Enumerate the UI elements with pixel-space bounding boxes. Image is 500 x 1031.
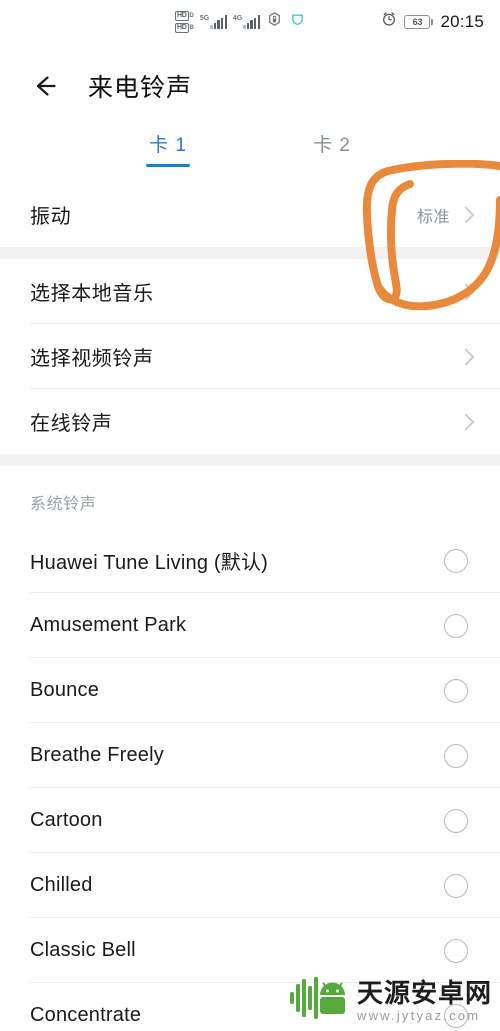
radio-button[interactable] bbox=[444, 873, 468, 898]
section-gap-2 bbox=[0, 454, 500, 466]
radio-button[interactable] bbox=[444, 678, 468, 703]
app-bar: 来电铃声 bbox=[0, 50, 500, 122]
network-type-label-2: 4G bbox=[232, 15, 243, 22]
page-title: 来电铃声 bbox=[88, 74, 193, 102]
ringtone-name: Classic Bell bbox=[30, 939, 136, 961]
list-item[interactable]: Classic Bell bbox=[0, 918, 500, 983]
hd-icon-primary: HD D bbox=[175, 11, 194, 21]
hd-sub-label: D bbox=[189, 13, 194, 19]
radio-button[interactable] bbox=[444, 743, 468, 768]
vibration-group: 振动 标准 bbox=[0, 182, 500, 247]
ringtone-name: Cartoon bbox=[30, 809, 103, 831]
chevron-right-icon bbox=[457, 413, 475, 430]
ringtone-name: Amusement Park bbox=[30, 614, 187, 636]
tab-inactive-indicator bbox=[310, 164, 354, 167]
site-watermark: 天源安卓网 www.jytyaz.com bbox=[289, 976, 492, 1025]
section-gap bbox=[0, 247, 500, 259]
tab-sim-1[interactable]: 卡 1 bbox=[142, 130, 194, 167]
ringtone-name: Breathe Freely bbox=[30, 744, 164, 766]
chevron-right-icon bbox=[457, 348, 475, 365]
battery-level-label: 63 bbox=[412, 16, 423, 27]
signal-sim2: 4G bbox=[233, 15, 260, 29]
signal-bars-icon-2 bbox=[243, 15, 260, 29]
row-local-music-label: 选择本地音乐 bbox=[30, 283, 154, 305]
hd-badge-label-2: HD bbox=[175, 23, 189, 33]
radio-button[interactable] bbox=[444, 808, 468, 833]
list-item[interactable]: Cartoon bbox=[0, 788, 500, 853]
status-bar-left-icons: HD D HD B 5G 4G bbox=[175, 11, 305, 33]
list-item[interactable]: Huawei Tune Living (默认) bbox=[0, 528, 500, 593]
network-type-label-1: 5G bbox=[199, 15, 210, 22]
hd-badge-label: HD bbox=[175, 11, 189, 21]
tab-sim-2-label: 卡 2 bbox=[313, 135, 351, 156]
chevron-right-icon bbox=[457, 283, 475, 300]
signal-sim1: 5G bbox=[200, 15, 227, 29]
hd-sub-label-2: B bbox=[189, 25, 194, 31]
battery-icon: 63 bbox=[404, 14, 434, 29]
list-item[interactable]: Bounce bbox=[0, 658, 500, 723]
tab-active-indicator bbox=[146, 164, 190, 167]
radio-button[interactable] bbox=[444, 938, 468, 963]
watermark-url: www.jytyaz.com bbox=[356, 1007, 481, 1023]
sim-tabs: 卡 1 卡 2 bbox=[0, 122, 500, 182]
ringtone-name: Huawei Tune Living (默认) bbox=[30, 552, 269, 574]
status-bar: HD D HD B 5G 4G 63 20:15 bbox=[0, 0, 500, 50]
status-bar-right-icons: 63 20:15 bbox=[381, 11, 484, 32]
radio-button[interactable] bbox=[444, 548, 468, 573]
vibration-label: 振动 bbox=[30, 206, 72, 228]
list-item[interactable]: Chilled bbox=[0, 853, 500, 918]
tab-sim-1-label: 卡 1 bbox=[149, 135, 187, 156]
watermark-title: 天源安卓网 bbox=[356, 977, 492, 1008]
vibration-value: 标准 bbox=[416, 208, 450, 226]
signal-bars-icon-1 bbox=[210, 15, 227, 29]
volte-hd-icons: HD D HD B bbox=[175, 11, 194, 33]
row-online-ringtone[interactable]: 在线铃声 bbox=[0, 389, 500, 454]
ringtone-name: Bounce bbox=[30, 679, 100, 701]
ringtone-name: Chilled bbox=[30, 874, 93, 896]
status-bar-clock: 20:15 bbox=[440, 11, 484, 31]
system-ringtones-list: Huawei Tune Living (默认) Amusement Park B… bbox=[0, 528, 500, 1031]
row-online-ringtone-label: 在线铃声 bbox=[30, 413, 113, 435]
lock-icon bbox=[267, 12, 282, 32]
row-video-ringtone[interactable]: 选择视频铃声 bbox=[0, 324, 500, 389]
back-arrow-icon[interactable] bbox=[22, 64, 66, 108]
android-robot-logo-icon bbox=[289, 976, 349, 1025]
chevron-right-icon bbox=[457, 206, 475, 223]
list-item[interactable]: Breathe Freely bbox=[0, 723, 500, 788]
hd-icon-secondary: HD B bbox=[175, 23, 194, 33]
row-video-ringtone-label: 选择视频铃声 bbox=[30, 348, 154, 370]
ringtone-source-group: 选择本地音乐 选择视频铃声 在线铃声 bbox=[0, 259, 500, 454]
tab-sim-2[interactable]: 卡 2 bbox=[306, 130, 358, 167]
vibration-row[interactable]: 振动 标准 bbox=[0, 182, 500, 247]
alarm-clock-icon bbox=[381, 11, 397, 32]
watermark-text: 天源安卓网 www.jytyaz.com bbox=[357, 979, 492, 1023]
system-ringtones-header-label: 系统铃声 bbox=[30, 496, 97, 513]
shield-icon bbox=[290, 12, 305, 32]
phone-screen: HD D HD B 5G 4G 63 20:15 来电铃声 卡 1 卡 2 振动… bbox=[0, 0, 500, 1031]
radio-button[interactable] bbox=[444, 613, 468, 638]
list-item[interactable]: Amusement Park bbox=[0, 593, 500, 658]
row-local-music[interactable]: 选择本地音乐 bbox=[0, 259, 500, 324]
system-ringtones-header: 系统铃声 bbox=[0, 466, 500, 528]
